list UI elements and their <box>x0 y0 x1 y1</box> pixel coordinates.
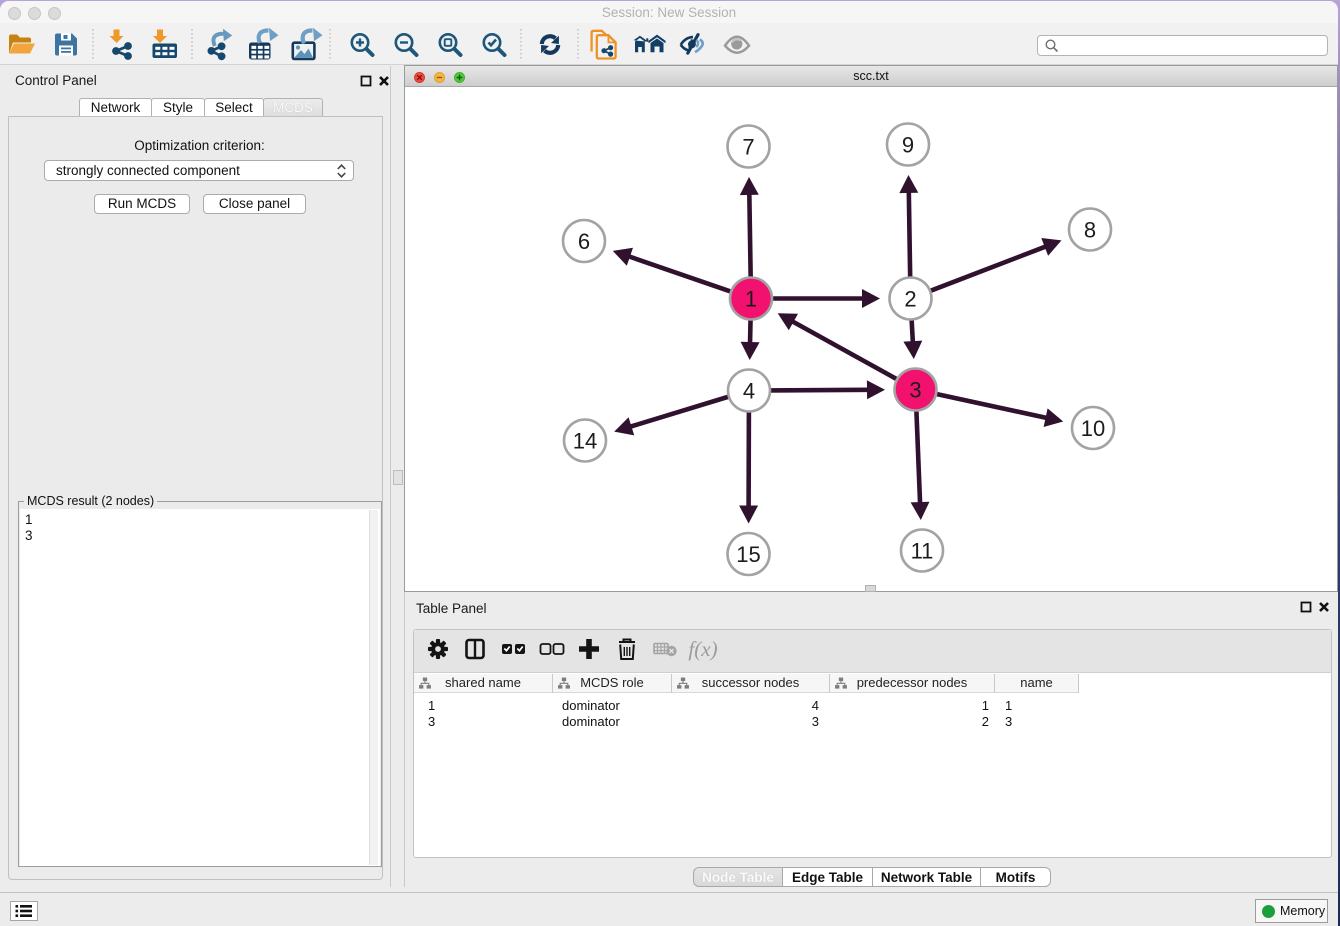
svg-text:15: 15 <box>736 542 760 567</box>
svg-text:10: 10 <box>1081 416 1105 441</box>
svg-text:7: 7 <box>742 135 754 160</box>
svg-text:f(x): f(x) <box>688 637 717 661</box>
svg-text:2: 2 <box>904 287 916 312</box>
svg-text:1: 1 <box>745 287 757 312</box>
svg-text:4: 4 <box>743 379 755 404</box>
svg-text:3: 3 <box>909 378 921 403</box>
svg-text:6: 6 <box>578 229 590 254</box>
svg-text:11: 11 <box>911 539 934 564</box>
svg-text:9: 9 <box>902 133 914 158</box>
svg-text:8: 8 <box>1084 218 1096 243</box>
svg-text:14: 14 <box>573 429 597 454</box>
